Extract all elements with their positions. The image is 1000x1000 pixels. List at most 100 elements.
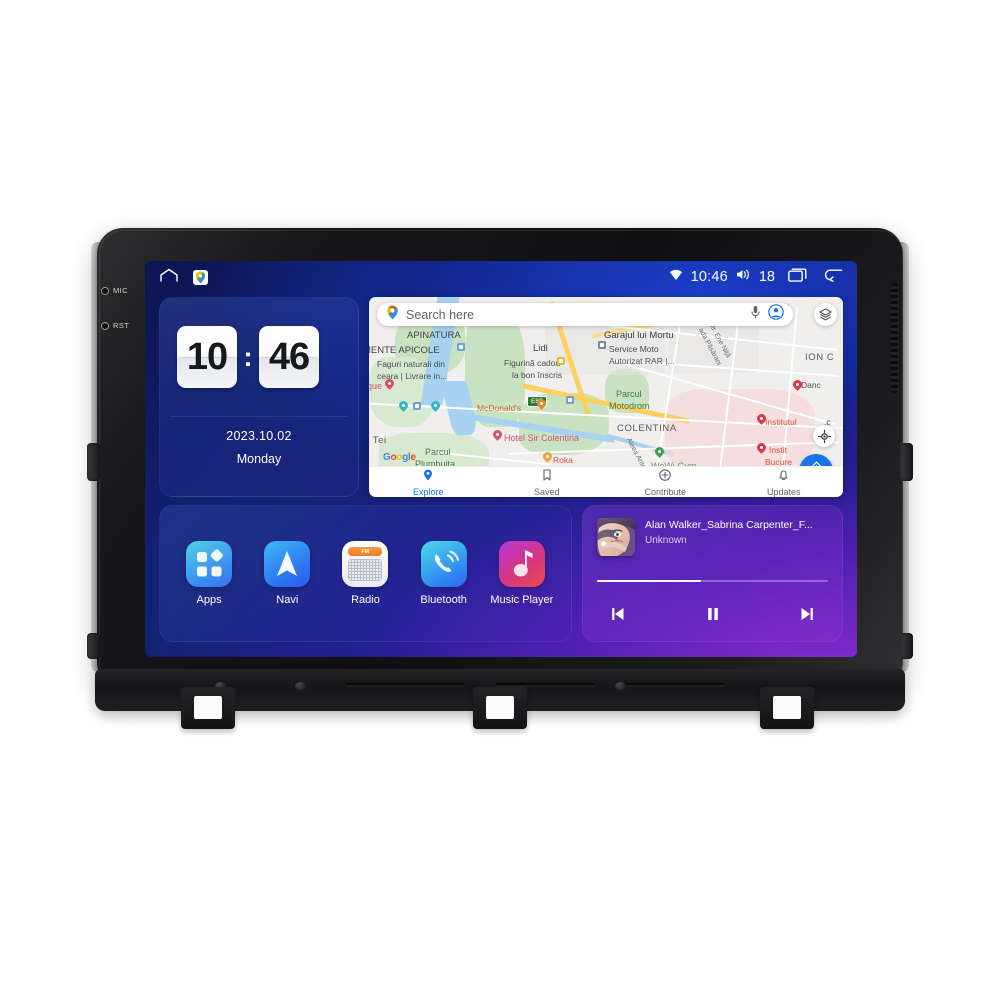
map-pin <box>541 450 554 464</box>
album-art <box>597 518 635 556</box>
volume-icon[interactable] <box>736 268 751 286</box>
map-pin <box>535 397 548 411</box>
next-track-button[interactable] <box>796 603 818 625</box>
map-search-input[interactable]: Search here <box>406 308 743 322</box>
map-search-bar[interactable]: Search here <box>377 303 793 326</box>
flip-clock: 10 : 46 <box>177 326 319 388</box>
mic-icon[interactable] <box>750 305 761 324</box>
app-shortcut-radio[interactable]: FM Radio <box>330 541 400 606</box>
map-pin <box>383 377 396 391</box>
app-label: Bluetooth <box>420 594 467 606</box>
wifi-icon <box>669 268 683 286</box>
playback-controls <box>597 598 828 630</box>
touchscreen[interactable]: 10:46 18 10: 46 2023.10.02 Monday APINA… <box>145 261 857 657</box>
map-label: l Tei <box>369 435 387 446</box>
map-bottom-nav: Explore Saved Contribute Updates <box>369 466 843 497</box>
map-label: Faguri naturali din <box>377 359 446 369</box>
apps-grid-icon <box>186 541 233 587</box>
back-icon[interactable] <box>824 268 843 287</box>
track-title: Alan Walker_Sabrina Carpenter_F... <box>645 519 813 531</box>
music-player-widget[interactable]: Alan Walker_Sabrina Carpenter_F... Unkno… <box>582 505 843 642</box>
clock-hours-card: 10 <box>177 326 237 388</box>
map-label: Garajul lui Mortu <box>604 330 674 341</box>
status-time: 10:46 <box>690 269 728 285</box>
plus-circle-icon <box>659 468 671 486</box>
top-widget-row: 10 : 46 2023.10.02 Monday APINATURA MENT… <box>159 297 843 497</box>
google-maps-widget[interactable]: APINATURA MENTE APICOLE Faguri naturali … <box>369 297 843 497</box>
my-location-button[interactable] <box>813 425 835 447</box>
map-marker <box>413 402 421 410</box>
map-label: Instit <box>769 445 787 455</box>
volume-level: 18 <box>758 269 775 285</box>
clock-minutes: 46 <box>268 336 310 378</box>
map-tab-updates[interactable]: Updates <box>725 468 844 497</box>
previous-track-button[interactable] <box>607 603 629 625</box>
side-mount-tab-left-lower <box>87 633 100 659</box>
map-marker <box>557 357 565 365</box>
map-label: que <box>369 381 383 391</box>
map-label: Service Moto <box>609 344 659 354</box>
recent-apps-icon[interactable] <box>788 268 807 287</box>
map-tab-label: Contribute <box>644 486 687 497</box>
map-label: Autorizat RAR |... <box>609 356 675 366</box>
home-icon[interactable] <box>159 268 179 287</box>
map-label: ION C <box>805 352 835 363</box>
app-shortcut-bluetooth[interactable]: Bluetooth <box>409 541 479 606</box>
map-pin <box>429 399 442 413</box>
app-shortcut-music-player[interactable]: Music Player <box>487 541 557 606</box>
playback-progress-fill <box>597 580 701 582</box>
map-label: Parcul <box>616 389 642 399</box>
navigation-arrow-icon <box>264 541 311 587</box>
map-tab-contribute[interactable]: Contribute <box>606 468 725 497</box>
map-label: Lidl <box>533 343 548 354</box>
map-pin <box>755 441 768 455</box>
bell-icon <box>778 468 789 486</box>
device-bezel: MIC RST 10:46 18 10: 46 2023.10.02 Mond… <box>97 228 903 688</box>
mic-label: MIC <box>113 286 128 295</box>
playback-progress-bar[interactable] <box>597 580 828 582</box>
map-tab-saved[interactable]: Saved <box>488 468 607 497</box>
reset-label: RST <box>113 321 130 330</box>
map-pin <box>755 412 768 426</box>
map-label: APINATURA <box>407 330 461 341</box>
car-head-unit-device: MIC RST 10:46 18 10: 46 2023.10.02 Mond… <box>87 228 913 738</box>
map-label: Hotel Sir Colentina <box>504 433 580 443</box>
map-tab-label: Updates <box>766 486 801 497</box>
map-label: Roka <box>553 455 573 465</box>
clock-weekday: Monday <box>236 452 282 466</box>
map-tab-label: Saved <box>533 486 560 497</box>
play-pause-button[interactable] <box>702 603 724 625</box>
app-shortcuts-panel: Apps Navi FM Radio Bluetooth Music Playe… <box>159 505 572 642</box>
app-label: Navi <box>276 594 299 606</box>
mount-tab <box>181 687 235 729</box>
map-marker <box>566 396 574 404</box>
clock-divider <box>170 416 348 417</box>
app-shortcut-navi[interactable]: Navi <box>252 541 322 606</box>
map-label: la bon înscris <box>512 370 563 380</box>
map-pin <box>791 378 804 392</box>
map-label: Institutul <box>765 417 797 427</box>
app-label: Music Player <box>490 594 554 606</box>
map-pin <box>397 399 410 413</box>
map-label: COLENTINA <box>617 423 677 434</box>
map-label: MENTE APICOLE <box>369 345 440 356</box>
account-avatar-icon[interactable] <box>768 304 784 325</box>
side-mount-tab-right-lower <box>900 633 913 659</box>
map-pin <box>653 445 666 459</box>
mounting-bracket <box>95 669 905 729</box>
explore-pin-icon <box>423 468 433 486</box>
map-tab-explore[interactable]: Explore <box>369 468 488 497</box>
reset-hole-icon <box>101 321 109 330</box>
music-note-icon <box>498 541 545 587</box>
google-attribution: Google <box>383 452 416 463</box>
app-shortcut-apps[interactable]: Apps <box>174 541 244 606</box>
google-maps-icon[interactable] <box>193 269 208 285</box>
bookmark-icon <box>542 468 552 486</box>
app-label: Apps <box>196 594 222 606</box>
speaker-grille <box>891 283 898 393</box>
track-artist: Unknown <box>645 535 687 546</box>
map-marker <box>457 343 465 351</box>
clock-widget[interactable]: 10 : 46 2023.10.02 Monday <box>159 297 359 497</box>
map-layers-button[interactable] <box>814 303 837 326</box>
clock-separator: : <box>243 341 253 372</box>
